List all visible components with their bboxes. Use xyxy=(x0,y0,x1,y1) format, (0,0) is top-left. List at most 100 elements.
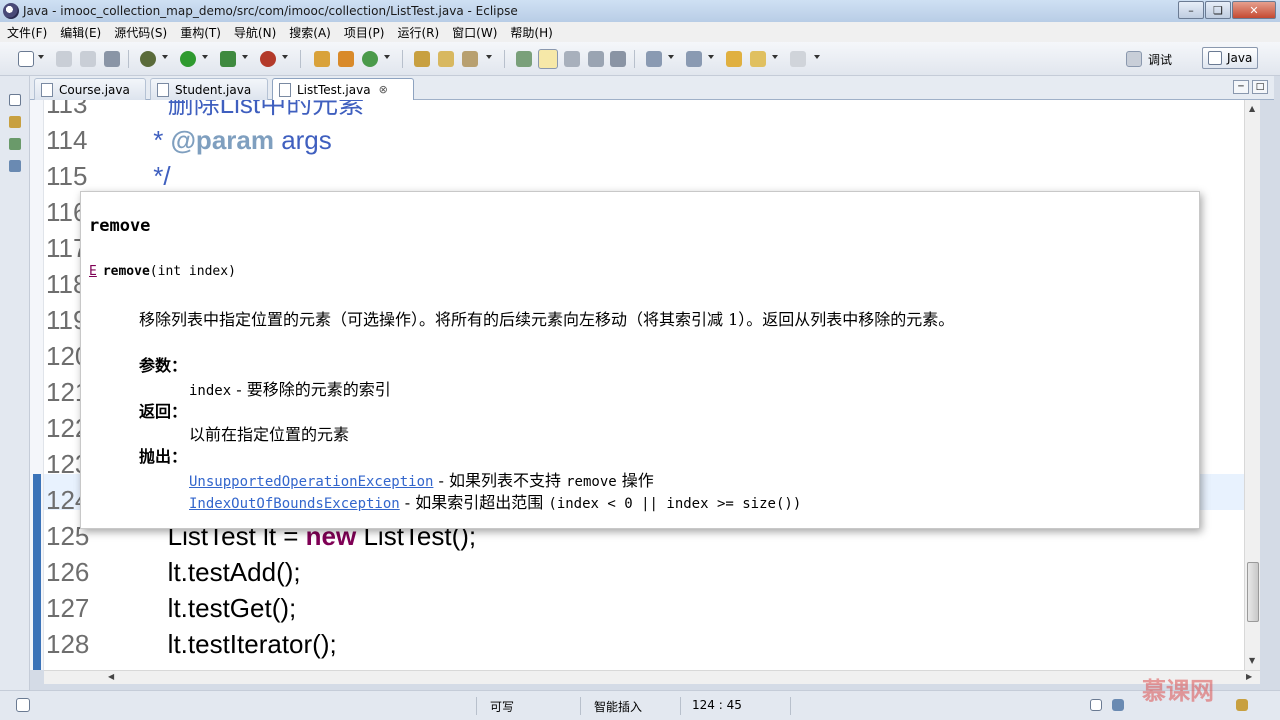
tab-listtest-java[interactable]: ListTest.java ⊗ xyxy=(272,78,414,100)
new-dropdown-icon[interactable] xyxy=(38,55,44,59)
outline-icon[interactable] xyxy=(9,160,21,172)
open-type-icon[interactable] xyxy=(414,51,430,67)
save-icon[interactable] xyxy=(56,51,72,67)
line-number: 128 xyxy=(46,629,90,659)
run-dropdown-icon[interactable] xyxy=(202,55,208,59)
search-dropdown-icon[interactable] xyxy=(486,55,492,59)
previous-annotation-dropdown-icon[interactable] xyxy=(708,55,714,59)
editor-tab-bar: Course.java Student.java ListTest.java ⊗… xyxy=(30,76,1274,100)
next-annotation-icon[interactable] xyxy=(646,51,662,67)
menu-project[interactable]: 项目(P) xyxy=(337,24,391,41)
coverage-dropdown-icon[interactable] xyxy=(242,55,248,59)
param-entry: index - 要移除的元素的索引 xyxy=(189,376,391,400)
new-type-dropdown-icon[interactable] xyxy=(384,55,390,59)
perspective-java[interactable]: Java xyxy=(1202,47,1258,69)
eclipse-window: { "window": { "title": "Java - imooc_col… xyxy=(0,0,1280,720)
code-line[interactable]: 129 lt.testForEach(); xyxy=(46,662,353,670)
open-perspective-icon[interactable] xyxy=(1126,51,1142,67)
scroll-up-icon[interactable]: ▲ xyxy=(1249,104,1255,113)
code-line[interactable]: 126 lt.testAdd(); xyxy=(46,554,301,590)
perspective-java-label: Java xyxy=(1227,51,1253,65)
code-line[interactable]: 114 * @param args xyxy=(46,122,332,158)
package-explorer-icon[interactable] xyxy=(9,116,21,128)
perspective-debug[interactable]: 调试 xyxy=(1148,51,1172,68)
return-type-link[interactable]: E xyxy=(89,264,97,279)
exception-link[interactable]: IndexOutOfBoundsException xyxy=(189,496,400,512)
external-tools-dropdown-icon[interactable] xyxy=(282,55,288,59)
coverage-icon[interactable] xyxy=(220,51,236,67)
code-line[interactable]: 128 lt.testIterator(); xyxy=(46,626,337,662)
menu-help[interactable]: 帮助(H) xyxy=(503,24,558,41)
exception-link[interactable]: UnsupportedOperationException xyxy=(189,474,433,490)
tab-course-java[interactable]: Course.java xyxy=(34,78,146,100)
fast-view-icon[interactable] xyxy=(16,698,30,712)
open-task-icon[interactable] xyxy=(438,51,454,67)
previous-annotation-icon[interactable] xyxy=(686,51,702,67)
external-tools-icon[interactable] xyxy=(260,51,276,67)
debug-icon[interactable] xyxy=(140,51,156,67)
watermark-logo: 慕课网 xyxy=(1142,677,1214,705)
save-all-icon[interactable] xyxy=(80,51,96,67)
minimize-editor-icon[interactable]: ─ xyxy=(1233,80,1249,94)
debug-dropdown-icon[interactable] xyxy=(162,55,168,59)
line-number: 114 xyxy=(46,125,88,155)
restore-icon[interactable] xyxy=(9,94,21,106)
params-label: 参数： xyxy=(139,356,188,375)
menu-run[interactable]: 运行(R) xyxy=(390,24,445,41)
block-selection-icon[interactable] xyxy=(564,51,580,67)
status-writable: 可写 xyxy=(490,700,515,714)
code-token: lt.testAdd(); xyxy=(146,557,301,587)
search-icon[interactable] xyxy=(462,51,478,67)
code-line[interactable]: 113 删除List中的元素 xyxy=(46,100,364,122)
horizontal-scrollbar[interactable]: ◀ ▶ xyxy=(44,670,1260,684)
scroll-left-icon[interactable]: ◀ xyxy=(108,672,114,681)
code-line[interactable]: 127 lt.testGet(); xyxy=(46,590,296,626)
new-package-icon[interactable] xyxy=(314,51,330,67)
scroll-right-icon[interactable]: ▶ xyxy=(1246,672,1252,681)
menu-navigate[interactable]: 导航(N) xyxy=(227,24,282,41)
next-annotation-dropdown-icon[interactable] xyxy=(668,55,674,59)
paragraph-icon[interactable] xyxy=(610,51,626,67)
last-edit-icon[interactable] xyxy=(726,51,742,67)
new-interface-icon[interactable] xyxy=(362,51,378,67)
forward-dropdown-icon[interactable] xyxy=(814,55,820,59)
print-icon[interactable] xyxy=(104,51,120,67)
tab-student-java[interactable]: Student.java xyxy=(150,78,268,100)
maximize-editor-icon[interactable]: □ xyxy=(1252,80,1268,94)
window-controls: – ❏ ✕ xyxy=(1177,1,1276,19)
restore-trim-icon[interactable] xyxy=(1090,699,1102,711)
new-class-icon[interactable] xyxy=(338,51,354,67)
returns-label: 返回： xyxy=(139,402,188,421)
menu-refactor[interactable]: 重构(T) xyxy=(173,24,227,41)
progress-icon[interactable] xyxy=(1236,699,1248,711)
hierarchy-icon[interactable] xyxy=(9,138,21,150)
forward-icon[interactable] xyxy=(790,51,806,67)
close-button[interactable]: ✕ xyxy=(1232,1,1276,19)
minimize-button[interactable]: – xyxy=(1178,1,1204,19)
param-desc: - 要移除的元素的索引 xyxy=(231,380,391,399)
scroll-down-icon[interactable]: ▼ xyxy=(1249,656,1255,665)
toolbar: 调试 Java xyxy=(0,42,1280,76)
back-icon[interactable] xyxy=(750,51,766,67)
code-line[interactable]: 115 */ xyxy=(46,158,171,194)
overview-ruler xyxy=(30,100,44,670)
show-whitespace-icon[interactable] xyxy=(588,51,604,67)
annotation-icon[interactable] xyxy=(516,51,532,67)
vertical-scrollbar[interactable]: ▲ ▼ xyxy=(1244,100,1260,670)
menu-window[interactable]: 窗口(W) xyxy=(445,24,503,41)
tasks-icon[interactable] xyxy=(1112,699,1124,711)
menu-file[interactable]: 文件(F) xyxy=(0,24,53,41)
code-token: * xyxy=(146,125,171,155)
window-title: Java - imooc_collection_map_demo/src/com… xyxy=(23,4,518,18)
menu-edit[interactable]: 编辑(E) xyxy=(53,24,107,41)
new-icon[interactable] xyxy=(18,51,34,67)
back-dropdown-icon[interactable] xyxy=(772,55,778,59)
toggle-mark-occurrences-icon[interactable] xyxy=(538,49,558,69)
run-icon[interactable] xyxy=(180,51,196,67)
line-number: 129 xyxy=(46,662,146,670)
close-tab-icon[interactable]: ⊗ xyxy=(379,83,388,96)
maximize-button[interactable]: ❏ xyxy=(1205,1,1231,19)
scroll-thumb[interactable] xyxy=(1247,562,1259,622)
menu-source[interactable]: 源代码(S) xyxy=(107,24,173,41)
menu-search[interactable]: 搜索(A) xyxy=(282,24,337,41)
